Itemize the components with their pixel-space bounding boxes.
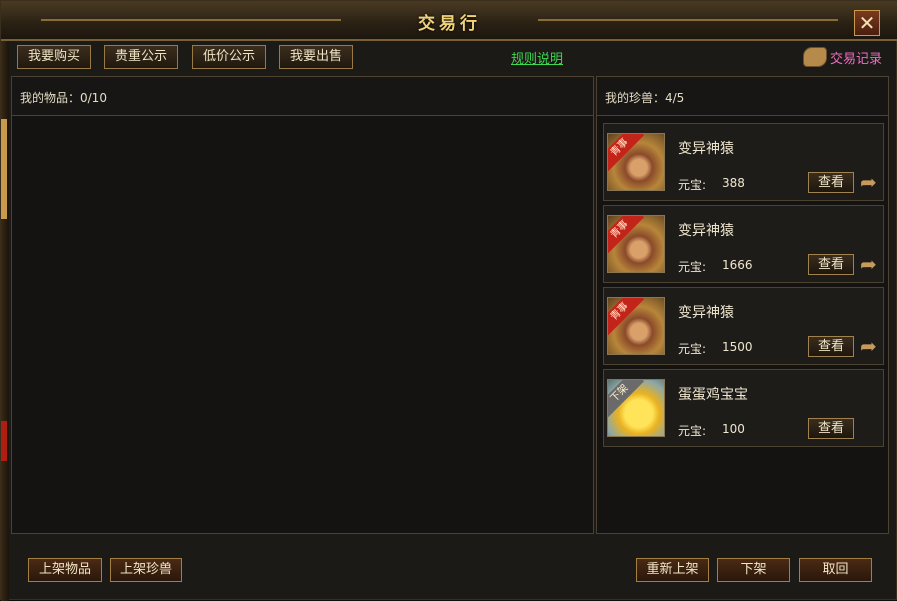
pet-status-ribbon: 青事 [608, 134, 645, 173]
price-label: 元宝: [678, 342, 707, 356]
pet-card[interactable]: 青事 变异神猿 元宝: 388 查看 ➦ [603, 123, 884, 201]
side-decoration [1, 119, 7, 219]
chick-pet-icon: 下架 [607, 379, 665, 437]
price-value: 388 [722, 176, 745, 190]
monkey-pet-icon: 青事 [607, 297, 665, 355]
my-items-list[interactable] [12, 116, 593, 533]
share-arrow-icon[interactable]: ➦ [860, 254, 882, 274]
my-pets-panel: 我的珍兽：4/5 青事 变异神猿 元宝: 388 查看 ➦ 青事 变异神猿 元宝… [596, 76, 889, 534]
monkey-pet-icon: 青事 [607, 215, 665, 273]
tab-sell[interactable]: 我要出售 [279, 45, 354, 69]
monkey-pet-icon: 青事 [607, 133, 665, 191]
my-pets-count: 我的珍兽：4/5 [605, 91, 685, 105]
tab-low-price-notice[interactable]: 低价公示 [192, 45, 267, 69]
my-pets-header: 我的珍兽：4/5 [597, 77, 888, 116]
my-items-count: 我的物品：0/10 [20, 91, 107, 105]
title-bar: 交易行 ✕ [1, 1, 897, 41]
side-decoration [1, 421, 7, 461]
price-label: 元宝: [678, 424, 707, 438]
pet-card[interactable]: 青事 变异神猿 元宝: 1666 查看 ➦ [603, 205, 884, 283]
view-button[interactable]: 查看 [808, 254, 854, 275]
pet-status-ribbon: 下架 [608, 380, 645, 419]
view-button[interactable]: 查看 [808, 418, 854, 439]
trade-window: 交易行 ✕ 我要购买 贵重公示 低价公示 我要出售 规则说明 交易记录 我的物品… [0, 0, 897, 601]
pet-name: 蛋蛋鸡宝宝 [678, 387, 748, 403]
retrieve-button[interactable]: 取回 [799, 558, 872, 582]
list-pet-button[interactable]: 上架珍兽 [110, 558, 182, 582]
tab-buy[interactable]: 我要购买 [17, 45, 92, 69]
relist-button[interactable]: 重新上架 [636, 558, 709, 582]
tab-valuable-notice[interactable]: 贵重公示 [104, 45, 179, 69]
list-item-button[interactable]: 上架物品 [28, 558, 102, 582]
price-label: 元宝: [678, 178, 707, 192]
pet-name: 变异神猿 [678, 223, 734, 239]
price-value: 1666 [722, 258, 753, 272]
price-label: 元宝: [678, 260, 707, 274]
trade-record-label: 交易记录 [829, 51, 882, 67]
pet-status-ribbon: 青事 [608, 298, 645, 337]
close-button[interactable]: ✕ [854, 10, 880, 36]
pet-card[interactable]: 青事 变异神猿 元宝: 1500 查看 ➦ [603, 287, 884, 365]
pet-status-ribbon: 青事 [608, 216, 645, 255]
trade-record-link[interactable]: 交易记录 [802, 45, 882, 69]
share-arrow-icon[interactable]: ➦ [860, 336, 882, 356]
view-button[interactable]: 查看 [808, 336, 854, 357]
rules-link[interactable]: 规则说明 [511, 48, 563, 67]
pet-name: 变异神猿 [678, 305, 734, 321]
delist-button[interactable]: 下架 [717, 558, 790, 582]
close-icon: ✕ [858, 11, 876, 35]
pet-name: 变异神猿 [678, 141, 734, 157]
price-value: 100 [722, 422, 745, 436]
view-button[interactable]: 查看 [808, 172, 854, 193]
my-items-panel: 我的物品：0/10 [11, 76, 594, 534]
my-items-header: 我的物品：0/10 [12, 77, 593, 116]
share-arrow-icon[interactable]: ➦ [860, 172, 882, 192]
pet-card[interactable]: 下架 蛋蛋鸡宝宝 元宝: 100 查看 [603, 369, 884, 447]
price-value: 1500 [722, 340, 753, 354]
window-title: 交易行 [418, 14, 481, 34]
scroll-icon [802, 47, 827, 67]
